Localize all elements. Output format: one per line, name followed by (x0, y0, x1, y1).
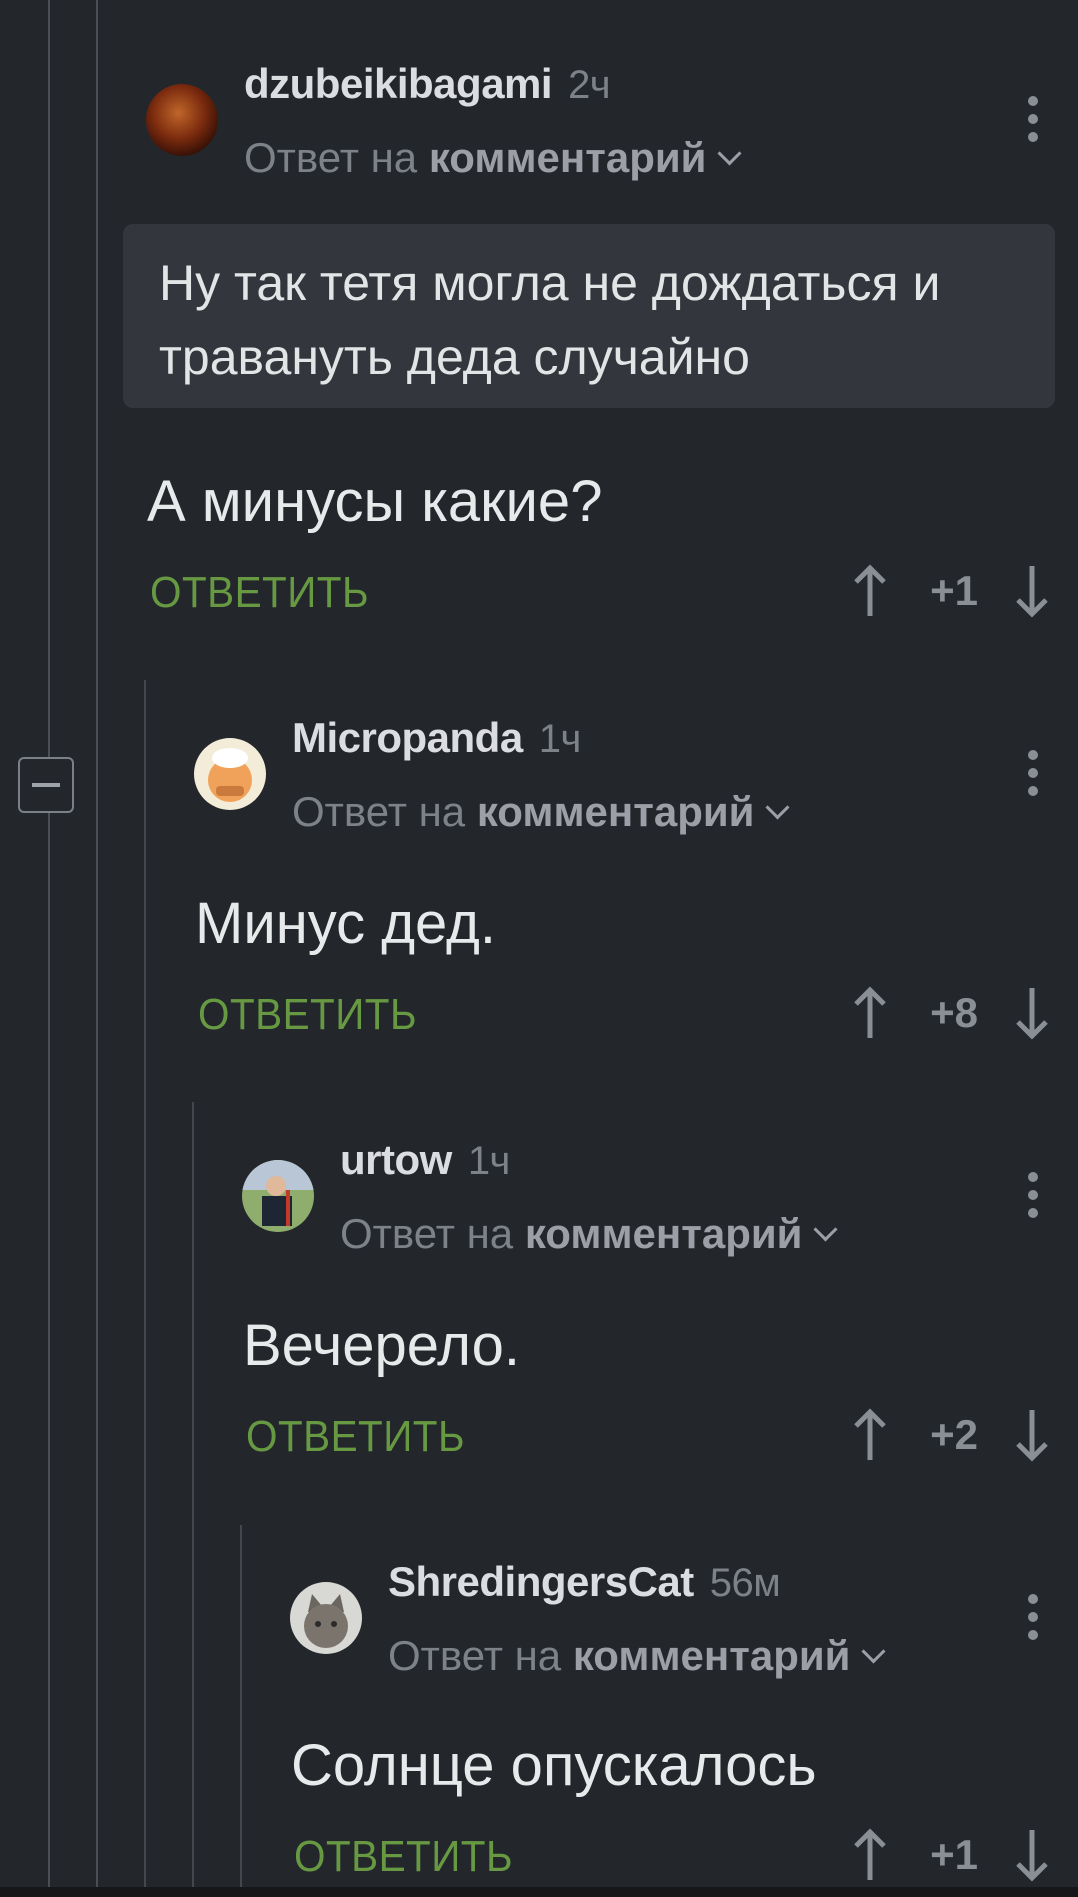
avatar[interactable] (194, 738, 266, 810)
comment-text: А минусы какие? (147, 469, 603, 534)
avatar[interactable] (290, 1582, 362, 1654)
username[interactable]: dzubeikibagami 2ч (244, 60, 611, 108)
quoted-comment: Ну так тетя могла не дождаться и травану… (123, 224, 1055, 408)
more-options-icon[interactable] (1028, 1594, 1040, 1640)
thread-line-5 (240, 1525, 242, 1897)
minus-icon (32, 783, 60, 787)
comment-time: 1ч (538, 717, 582, 761)
reply-button[interactable]: ОТВЕТИТЬ (198, 990, 417, 1040)
vote-controls: +8 (850, 986, 1052, 1040)
vote-score: +2 (930, 1411, 978, 1458)
chevron-down-icon (860, 1639, 886, 1664)
reply-to-link[interactable]: Ответ на комментарий (340, 1210, 838, 1258)
vote-score: +8 (930, 989, 978, 1036)
reply-button[interactable]: ОТВЕТИТЬ (246, 1412, 465, 1462)
vote-controls: +1 (850, 1828, 1052, 1882)
more-options-icon[interactable] (1028, 1172, 1040, 1218)
downvote-icon[interactable] (1012, 1828, 1052, 1882)
username[interactable]: urtow 1ч (340, 1136, 510, 1184)
downvote-icon[interactable] (1012, 564, 1052, 618)
thread-line-3 (144, 680, 146, 1897)
reply-to-link[interactable]: Ответ на комментарий (388, 1632, 886, 1680)
upvote-icon[interactable] (850, 1828, 890, 1882)
username[interactable]: ShredingersCat 56м (388, 1558, 781, 1606)
comment-text: Минус дед. (195, 891, 496, 956)
avatar[interactable] (242, 1160, 314, 1232)
downvote-icon[interactable] (1012, 1408, 1052, 1462)
thread-line-1 (48, 0, 50, 1897)
chevron-down-icon (812, 1217, 838, 1242)
comment-urtow: urtow 1ч Ответ на комментарий (242, 1134, 1078, 1294)
comment-time: 56м (709, 1561, 781, 1605)
comment-text: Вечерело. (243, 1313, 520, 1378)
collapse-thread-button[interactable] (18, 757, 74, 813)
comment-time: 2ч (568, 63, 611, 107)
thread-line-2 (96, 0, 98, 1897)
more-options-icon[interactable] (1028, 96, 1040, 142)
chevron-down-icon (716, 141, 742, 166)
reply-to-link[interactable]: Ответ на комментарий (292, 788, 790, 836)
avatar[interactable] (146, 84, 218, 156)
downvote-icon[interactable] (1012, 986, 1052, 1040)
username[interactable]: Micropanda 1ч (292, 714, 581, 762)
upvote-icon[interactable] (850, 986, 890, 1040)
thread-line-4 (192, 1102, 194, 1897)
reply-button[interactable]: ОТВЕТИТЬ (294, 1832, 513, 1882)
vote-controls: +2 (850, 1408, 1052, 1462)
vote-controls: +1 (850, 564, 1052, 618)
more-options-icon[interactable] (1028, 750, 1040, 796)
vote-score: +1 (930, 567, 978, 614)
upvote-icon[interactable] (850, 564, 890, 618)
reply-to-link[interactable]: Ответ на комментарий (244, 134, 742, 182)
reply-button[interactable]: ОТВЕТИТЬ (150, 568, 369, 618)
comment-text: Солнце опускалось (291, 1733, 817, 1798)
upvote-icon[interactable] (850, 1408, 890, 1462)
chevron-down-icon (764, 795, 790, 820)
comment-time: 1ч (467, 1139, 511, 1183)
comment-micropanda: Micropanda 1ч Ответ на комментарий (194, 712, 1078, 872)
vote-score: +1 (930, 1831, 978, 1878)
bottom-bar (0, 1887, 1078, 1897)
comment-shredingerscat: ShredingersCat 56м Ответ на комментарий (290, 1556, 1078, 1716)
